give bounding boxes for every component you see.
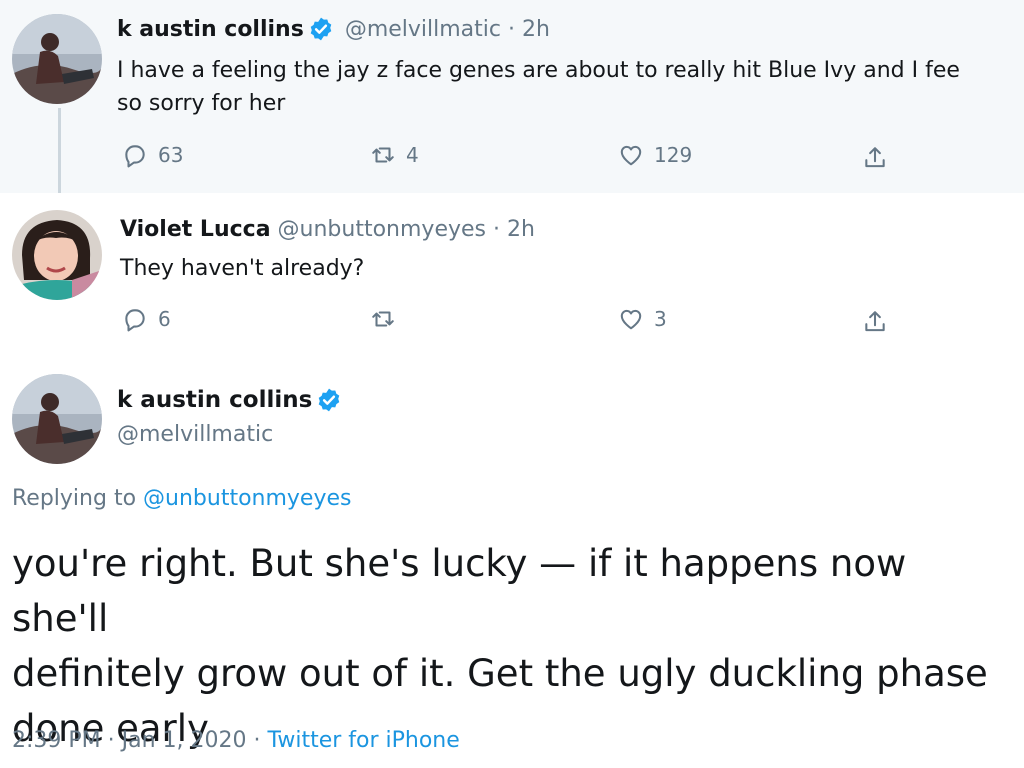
separator-dot: · — [493, 217, 500, 242]
retweet-icon — [372, 311, 394, 327]
retweet-button[interactable] — [370, 306, 406, 332]
tweet-meta: 2:39 PM · Jan 1, 2020 · Twitter for iPho… — [12, 728, 460, 753]
replying-to-link[interactable]: @unbuttonmyeyes — [143, 486, 351, 511]
avatar-image — [12, 374, 102, 464]
like-count: 129 — [654, 143, 693, 167]
like-count: 3 — [654, 307, 667, 331]
author-handle[interactable]: @melvillmatic — [117, 422, 273, 447]
reply-button[interactable]: 63 — [122, 142, 183, 168]
share-icon — [865, 147, 885, 168]
reply-count: 63 — [158, 143, 184, 167]
reply-icon — [125, 145, 145, 168]
separator-dot: · — [508, 17, 515, 42]
share-button[interactable] — [862, 309, 888, 335]
share-icon — [865, 311, 885, 332]
avatar-violetlucca[interactable] — [12, 210, 102, 300]
author-handle[interactable]: @melvillmatic — [345, 17, 501, 42]
main-author-name-row: k austin collins — [117, 387, 346, 413]
tweet-text-line: I have a feeling the jay z face genes ar… — [117, 58, 960, 83]
author-name[interactable]: k austin collins — [117, 387, 312, 413]
tweet-2-header: Violet Lucca @unbuttonmyeyes · 2h — [120, 216, 535, 244]
separator-dot: · — [253, 728, 261, 753]
thread-line-1 — [58, 108, 61, 205]
retweet-button[interactable]: 4 — [370, 142, 419, 168]
avatar-kaustincollins[interactable] — [12, 14, 102, 104]
retweet-icon — [372, 147, 394, 163]
tweet-text-line: you're right. But she's lucky — if it ha… — [12, 542, 907, 640]
tweet-time[interactable]: 2h — [507, 217, 535, 242]
like-button[interactable]: 3 — [618, 306, 667, 332]
replying-to: Replying to @unbuttonmyeyes — [12, 486, 351, 511]
reply-count: 6 — [158, 307, 171, 331]
verified-badge-icon — [316, 387, 342, 413]
author-handle[interactable]: @unbuttonmyeyes — [278, 217, 486, 242]
author-name[interactable]: Violet Lucca — [120, 217, 271, 242]
tweet-1-text: I have a feeling the jay z face genes ar… — [117, 54, 960, 120]
main-tweet-text: you're right. But she's lucky — if it ha… — [12, 536, 1012, 756]
like-button[interactable]: 129 — [618, 142, 692, 168]
tweet-text-line: so sorry for her — [117, 91, 286, 116]
share-button[interactable] — [862, 145, 888, 171]
reply-icon — [125, 309, 145, 332]
replying-to-label: Replying to — [12, 486, 137, 511]
tweet-source-link[interactable]: Twitter for iPhone — [268, 728, 460, 753]
avatar-image — [12, 14, 102, 104]
tweet-text-line: They haven't already? — [120, 256, 365, 281]
tweet-time[interactable]: 2h — [522, 17, 550, 42]
tweet-1-header: k austin collins @melvillmatic · 2h — [117, 16, 550, 44]
separator-dot: · — [107, 728, 115, 753]
avatar-kaustincollins[interactable] — [12, 374, 102, 464]
avatar-image — [12, 210, 102, 300]
retweet-count: 4 — [406, 143, 419, 167]
tweet-date[interactable]: Jan 1, 2020 — [122, 728, 247, 753]
heart-icon — [620, 309, 642, 330]
tweet-timestamp[interactable]: 2:39 PM — [12, 728, 101, 753]
tweet-text-line: definitely grow out of it. Get the ugly … — [12, 652, 988, 695]
author-name[interactable]: k austin collins — [117, 17, 304, 42]
verified-badge-icon — [308, 16, 334, 42]
heart-icon — [620, 145, 642, 166]
tweet-2-text: They haven't already? — [120, 252, 364, 285]
reply-button[interactable]: 6 — [122, 306, 171, 332]
